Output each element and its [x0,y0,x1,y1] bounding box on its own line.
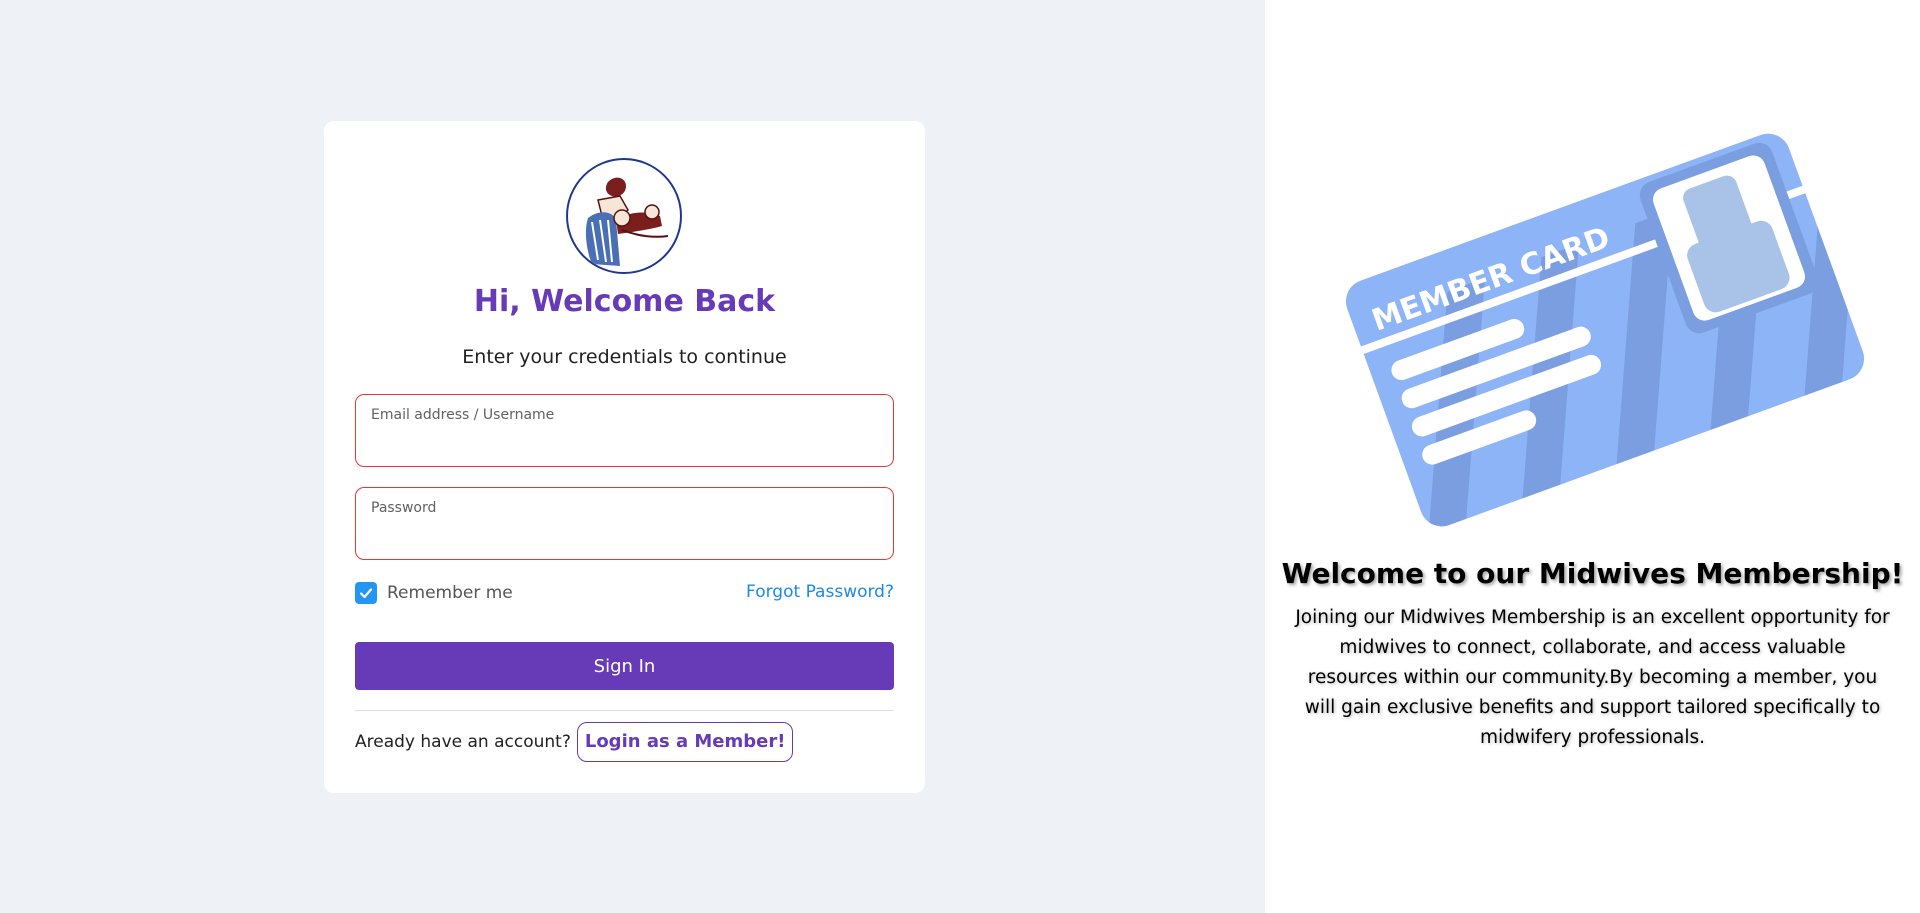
account-prompt-text: Aready have an account? [355,732,571,752]
password-field-label: Password [371,500,437,516]
sign-in-button[interactable]: Sign In [355,642,894,690]
remember-me-checkbox[interactable] [355,582,377,604]
remember-me-label: Remember me [387,583,513,603]
membership-welcome-title: Welcome to our Midwives Membership! [1281,557,1904,590]
divider [355,710,894,711]
email-field[interactable]: Email address / Username [355,394,894,467]
member-card-illustration: MEMBER CARD [1345,133,1865,533]
membership-description: Joining our Midwives Membership is an ex… [1295,607,1890,748]
forgot-password-link[interactable]: Forgot Password? [746,582,894,602]
login-card: Hi, Welcome Back Enter your credentials … [324,121,925,793]
welcome-back-title: Hi, Welcome Back [473,284,776,319]
email-input[interactable] [371,429,880,459]
remember-me-toggle[interactable]: Remember me [355,582,513,604]
password-field[interactable]: Password [355,487,894,560]
midwife-logo-icon [566,158,682,274]
login-pane: Hi, Welcome Back Enter your credentials … [0,0,1265,913]
password-input[interactable] [371,522,880,552]
email-field-label: Email address / Username [371,407,555,423]
account-prompt-row: Aready have an account? Login as a Membe… [355,722,794,762]
login-as-member-button[interactable]: Login as a Member! [576,722,794,762]
check-icon [359,588,373,599]
page-root: Hi, Welcome Back Enter your credentials … [0,0,1920,913]
promo-pane: MEMBER CARD Welcome to our Midwives Memb… [1265,0,1920,913]
credentials-subtitle: Enter your credentials to continue [462,346,787,368]
